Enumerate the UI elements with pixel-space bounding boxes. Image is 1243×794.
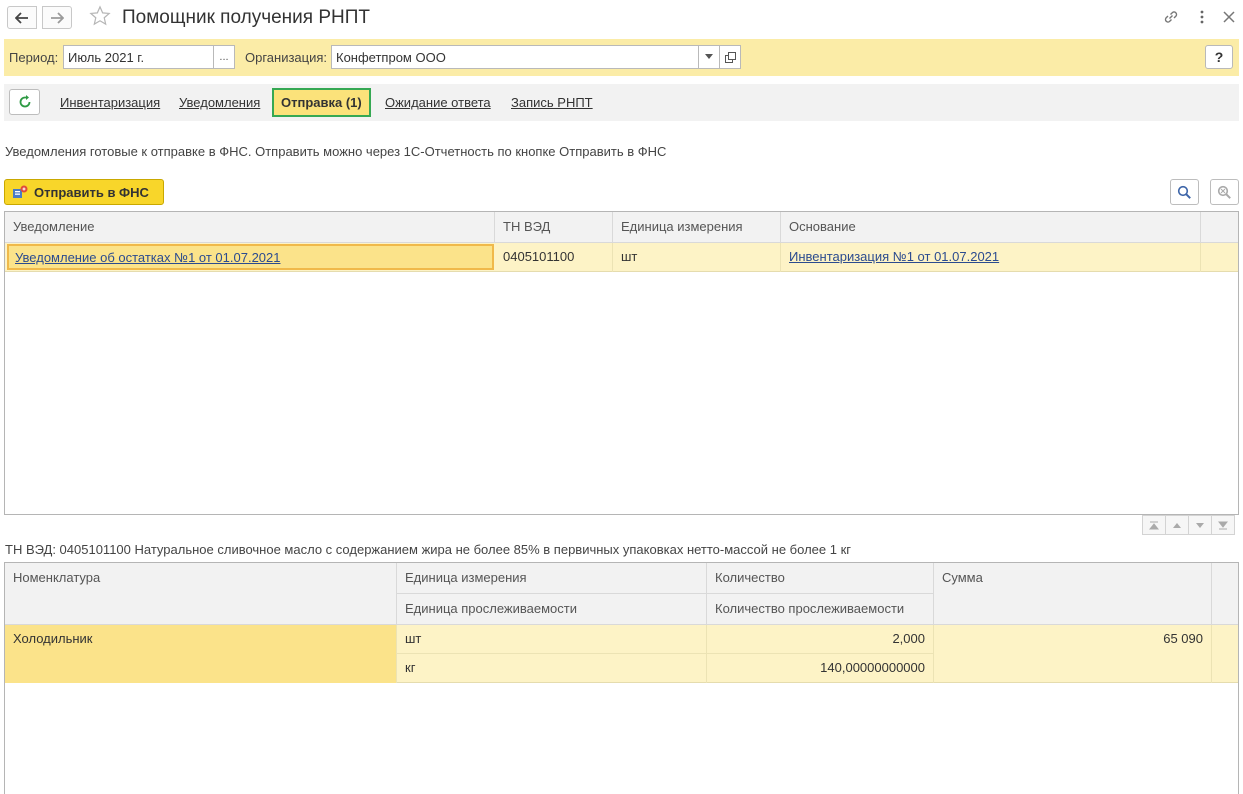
- column-header-tnved[interactable]: ТН ВЭД: [495, 212, 613, 243]
- trace-quantity-cell[interactable]: 140,00000000000: [707, 654, 934, 683]
- unit-cell[interactable]: шт: [613, 243, 781, 272]
- column-header-basis[interactable]: Основание: [781, 212, 1201, 243]
- star-icon[interactable]: [89, 5, 111, 27]
- scroll-down-button[interactable]: [1188, 515, 1212, 535]
- send-to-fns-label: Отправить в ФНС: [34, 184, 149, 200]
- column-header-unit[interactable]: Единица измерения: [613, 212, 781, 243]
- open-icon: [724, 51, 736, 63]
- forward-button[interactable]: [42, 6, 72, 29]
- column-header-trace-unit[interactable]: Единица прослеживаемости: [397, 594, 707, 625]
- page-title: Помощник получения РНПТ: [122, 7, 371, 28]
- column-header-quantity[interactable]: Количество: [707, 563, 934, 594]
- nomenclature-cell[interactable]: Холодильник: [5, 625, 397, 683]
- clear-search-button[interactable]: [1210, 179, 1239, 205]
- tnved-cell[interactable]: 0405101100: [495, 243, 613, 272]
- notification-cell[interactable]: Уведомление об остатках №1 от 01.07.2021: [7, 244, 494, 270]
- link-icon[interactable]: [1162, 8, 1180, 26]
- column-header-filler: [1212, 563, 1238, 625]
- back-button[interactable]: [7, 6, 37, 29]
- quantity-cell[interactable]: 2,000: [707, 625, 934, 654]
- more-vertical-icon[interactable]: [1193, 8, 1211, 26]
- tab-sending[interactable]: Отправка (1): [272, 88, 371, 117]
- basis-cell[interactable]: Инвентаризация №1 от 01.07.2021: [781, 243, 1201, 272]
- basis-link[interactable]: Инвентаризация №1 от 01.07.2021: [789, 249, 999, 264]
- search-icon: [1177, 185, 1191, 199]
- column-header-unit[interactable]: Единица измерения: [397, 563, 707, 594]
- period-label: Период:: [9, 50, 59, 65]
- organization-label: Организация:: [245, 50, 328, 65]
- table-row[interactable]: Холодильник шт кг 2,000 140,00000000000 …: [5, 625, 1238, 683]
- title-bar: Помощник получения РНПТ: [0, 0, 1243, 36]
- column-header-sum[interactable]: Сумма: [934, 563, 1212, 625]
- notifications-table: Уведомление ТН ВЭД Единица измерения Осн…: [4, 211, 1239, 515]
- scroll-bottom-button[interactable]: [1211, 515, 1235, 535]
- column-header-filler: [1201, 212, 1238, 243]
- info-message: Уведомления готовые к отправке в ФНС. От…: [5, 144, 667, 159]
- tab-inventory[interactable]: Инвентаризация: [60, 95, 160, 110]
- chevron-down-icon: [705, 54, 713, 59]
- table-row[interactable]: Уведомление об остатках №1 от 01.07.2021…: [5, 243, 1238, 272]
- arrow-right-icon: [51, 11, 64, 24]
- column-header-nomenclature[interactable]: Номенклатура: [5, 563, 397, 625]
- refresh-button[interactable]: [9, 89, 40, 115]
- clear-search-icon: [1217, 185, 1231, 199]
- notification-link[interactable]: Уведомление об остатках №1 от 01.07.2021: [15, 250, 280, 265]
- organization-open-button[interactable]: [719, 45, 741, 69]
- tabs-bar: Инвентаризация Уведомления Отправка (1) …: [4, 84, 1239, 121]
- arrow-left-icon: [15, 11, 28, 24]
- filter-bar: Период: Июль 2021 г. ... Организация: Ко…: [4, 39, 1239, 76]
- tab-rnpt-record[interactable]: Запись РНПТ: [511, 95, 593, 110]
- scroll-up-icon: [1173, 522, 1181, 528]
- scroll-up-button[interactable]: [1165, 515, 1189, 535]
- scroll-bottom-icon: [1218, 521, 1228, 529]
- send-report-icon: [13, 185, 28, 198]
- trace-unit-cell[interactable]: кг: [397, 654, 707, 683]
- send-to-fns-button[interactable]: Отправить в ФНС: [4, 179, 164, 205]
- period-field[interactable]: Июль 2021 г.: [63, 45, 214, 69]
- organization-field[interactable]: Конфетпром ООО: [331, 45, 700, 69]
- column-header-trace-quantity[interactable]: Количество прослеживаемости: [707, 594, 934, 625]
- tab-awaiting-response[interactable]: Ожидание ответа: [385, 95, 491, 110]
- close-icon[interactable]: [1220, 8, 1238, 26]
- tab-notifications[interactable]: Уведомления: [179, 95, 260, 110]
- items-table: Номенклатура Единица измерения Единица п…: [4, 562, 1239, 794]
- tnved-description: ТН ВЭД: 0405101100 Натуральное сливочное…: [5, 542, 851, 557]
- scroll-top-button[interactable]: [1142, 515, 1166, 535]
- column-header-notification[interactable]: Уведомление: [5, 212, 495, 243]
- sum-cell[interactable]: 65 090: [934, 625, 1212, 683]
- table-scroll-buttons: [1142, 515, 1235, 535]
- scroll-down-icon: [1196, 522, 1204, 528]
- period-select-button[interactable]: ...: [213, 45, 235, 69]
- refresh-icon: [19, 95, 30, 108]
- unit-cell[interactable]: шт: [397, 625, 707, 654]
- scroll-top-icon: [1149, 521, 1159, 529]
- search-button[interactable]: [1170, 179, 1199, 205]
- organization-dropdown-button[interactable]: [698, 45, 720, 69]
- help-button[interactable]: ?: [1205, 45, 1233, 69]
